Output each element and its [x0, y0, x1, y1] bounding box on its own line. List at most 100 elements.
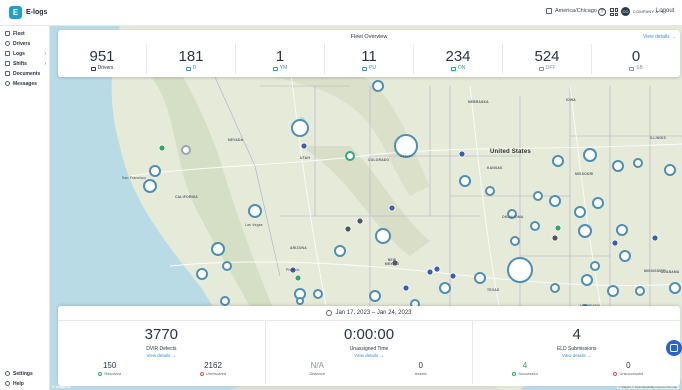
sub-value: N/A [310, 361, 324, 370]
help-circle-icon [5, 381, 10, 386]
map-label-utah: UTAH [300, 156, 310, 160]
sidebar-item-label: Logs [13, 50, 25, 57]
sidebar-item-messages[interactable]: Messages [5, 79, 49, 88]
stat-personal-use[interactable]: 11 PU [325, 44, 414, 74]
sidebar-item-help[interactable]: Help [5, 379, 49, 388]
map-label-texas: TEXAS [487, 288, 500, 292]
warning-circle-icon [199, 372, 204, 376]
eld-view-details-link[interactable]: View details → [473, 353, 680, 358]
people-icon [90, 66, 96, 71]
logout-button[interactable]: Logout [656, 8, 674, 14]
check-circle-icon [98, 372, 103, 376]
sidebar-item-settings[interactable]: Settings [5, 369, 49, 378]
messages-icon [5, 81, 10, 86]
chat-icon [670, 344, 678, 352]
map-label-arizona: ARIZONA [290, 246, 307, 250]
dvir-view-details-link[interactable]: View details → [58, 353, 265, 358]
timezone-label: America/Chicago [555, 8, 597, 14]
stat-label: SB [592, 65, 680, 72]
sidebar-item-label: Drivers [13, 40, 31, 47]
stat-value: 0 [631, 48, 641, 65]
stat-label-text: SB [636, 65, 643, 71]
section-title: ELD Submissions [556, 346, 597, 352]
stat-value: 181 [178, 48, 204, 65]
stat-label: ON [414, 65, 502, 72]
sub-label: Resolved [58, 371, 161, 377]
map-label-oklahoma: OKLAHOMA [502, 215, 524, 219]
sidebar-item-shifts[interactable]: Shifts › [5, 59, 49, 68]
help-icon[interactable]: ? [598, 8, 606, 16]
sidebar-item-label: Settings [13, 370, 33, 377]
sub-stat-unsuccessful: 0 Unsuccessful [577, 361, 680, 377]
sidebar-item-fleet[interactable]: Fleet [5, 29, 49, 38]
fleet-overview-card: Fleet Overview View details → 951 Driver… [58, 30, 680, 77]
brand[interactable]: E E-logs [9, 6, 47, 19]
sub-value: 2162 [204, 361, 222, 370]
section-value: 3770 [144, 326, 179, 343]
date-range-picker[interactable]: Jan 17, 2023 – Jan 24, 2023 [58, 310, 680, 316]
stat-value: 11 [361, 48, 377, 65]
apps-grid-icon[interactable] [610, 8, 618, 16]
personal-use-icon [362, 66, 368, 71]
stat-drivers[interactable]: 951 Drivers [58, 44, 147, 74]
fleet-icon [5, 31, 10, 36]
unassigned-view-details-link[interactable]: View details → [266, 353, 473, 358]
sleeper-icon [629, 66, 635, 71]
map-label-illinois: ILLINOIS [650, 136, 666, 140]
sidebar-item-label: Shifts [13, 60, 27, 67]
stat-driving[interactable]: 181 D [147, 44, 236, 74]
stat-sleeper-berth[interactable]: 0 SB [592, 44, 680, 74]
app-logo-icon: E [9, 6, 22, 19]
map-label-kansas: KANSAS [487, 166, 503, 170]
timezone-selector[interactable]: America/Chicago [546, 8, 597, 14]
sidebar-item-label: Messages [13, 80, 37, 87]
sub-label-text: Unsuccessful [619, 371, 644, 376]
off-duty-icon [538, 66, 544, 71]
stat-label-text: D [192, 65, 197, 71]
stat-value: 524 [534, 48, 560, 65]
sub-stat-assets: 0 Assets [369, 361, 472, 377]
map-label-colorado: COLORADO [368, 158, 390, 162]
chat-support-button[interactable] [666, 340, 682, 356]
fleet-overview-title: Fleet Overview [350, 34, 388, 40]
yard-move-icon [272, 66, 278, 71]
stat-value: 1 [275, 48, 285, 65]
sidebar-item-documents[interactable]: Documents [5, 69, 49, 78]
sidebar-item-logs[interactable]: Logs › [5, 49, 49, 58]
map-label-alabama: ALABAMA [661, 270, 680, 274]
stat-label: OFF [503, 65, 591, 72]
section-title: DVIR Defects [146, 346, 177, 352]
sub-stat-successful: 4 Successful [473, 361, 576, 377]
sidebar-item-label: Fleet [13, 30, 25, 37]
stat-label-text: OFF [545, 65, 556, 71]
sub-label: Successful [473, 371, 576, 377]
section-dvir-defects: 3770 DVIR Defects View details → 150 Res… [58, 321, 266, 384]
stat-label: YM [236, 65, 324, 72]
date-range-label: Jan 17, 2023 – Jan 24, 2023 [335, 310, 412, 316]
map-label-iowa: IOWA [566, 98, 576, 102]
documents-icon [5, 71, 10, 76]
sub-value: 150 [102, 361, 117, 370]
stat-label-text: YM [279, 65, 288, 71]
summary-card: Jan 17, 2023 – Jan 24, 2023 3770 DVIR De… [58, 306, 680, 386]
map-label-las-vegas: Las Vegas [245, 223, 263, 227]
sub-label: Unsuccessful [577, 371, 680, 377]
stat-on-duty[interactable]: 234 ON [414, 44, 503, 74]
map-label-san-francisco: San Francisco [122, 176, 147, 180]
stat-label-text: PU [369, 65, 376, 71]
map-label-phoenix: Phoenix [286, 268, 300, 272]
sidebar-item-drivers[interactable]: Drivers [5, 39, 49, 48]
stat-value: 951 [89, 48, 115, 65]
sub-stat-distance: N/A Distance [266, 361, 369, 377]
stat-yard-move[interactable]: 1 YM [236, 44, 325, 74]
sub-label-text: Distance [309, 371, 326, 376]
check-circle-icon [512, 372, 517, 376]
sidebar: Fleet Drivers Logs › Shifts › Documents … [0, 26, 50, 390]
map-label-denver: Denver [400, 154, 413, 158]
fleet-view-details-link[interactable]: View details → [643, 34, 676, 40]
shifts-icon [5, 61, 10, 66]
stat-off-duty[interactable]: 524 OFF [503, 44, 592, 74]
truck-icon [185, 66, 191, 71]
section-value: 0:00:00 [343, 326, 395, 343]
map-label-california: CALIFORNIA [175, 195, 198, 199]
